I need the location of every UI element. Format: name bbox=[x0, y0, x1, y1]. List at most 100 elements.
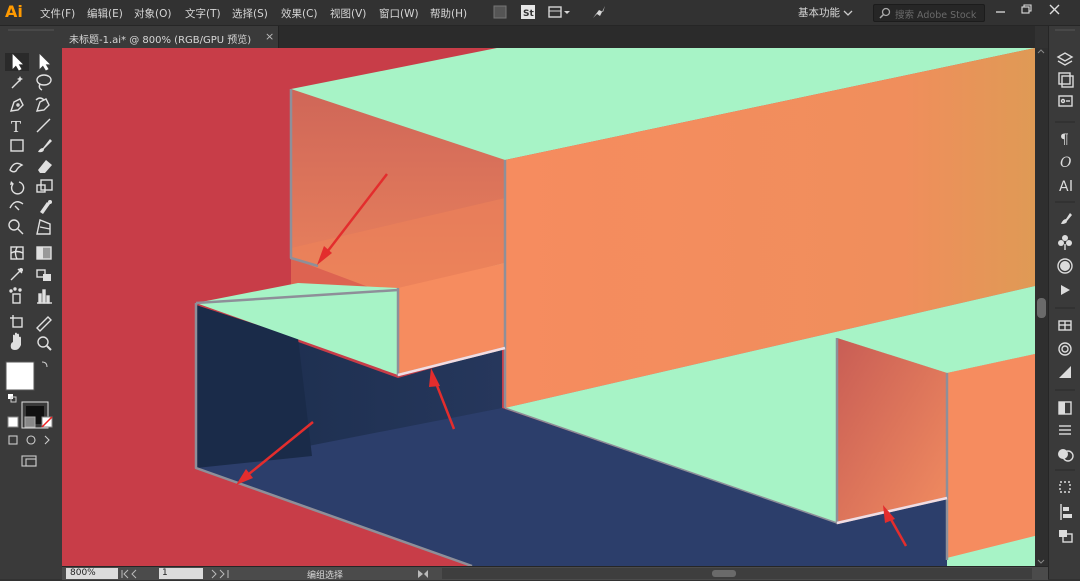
puppet-warp-icon[interactable] bbox=[40, 200, 52, 214]
align-icon[interactable] bbox=[1058, 449, 1074, 462]
libraries-icon[interactable] bbox=[1058, 72, 1074, 88]
minimize-icon[interactable] bbox=[994, 3, 1008, 17]
stroke-icon[interactable] bbox=[1058, 342, 1072, 356]
symbols-icon[interactable] bbox=[1058, 235, 1072, 250]
eyedropper-icon[interactable] bbox=[10, 268, 23, 281]
menu-object[interactable]: 对象(O) bbox=[134, 6, 171, 21]
document-tab[interactable]: 未标题-1.ai* @ 800% (RGB/GPU 预览) × bbox=[62, 26, 279, 48]
swatches-icon[interactable] bbox=[1058, 320, 1072, 331]
pen-icon[interactable] bbox=[9, 98, 24, 112]
menu-edit[interactable]: 编辑(E) bbox=[87, 6, 123, 21]
svg-text:O: O bbox=[1060, 155, 1072, 171]
gradient-icon[interactable] bbox=[36, 246, 52, 260]
curvature-icon[interactable] bbox=[35, 97, 50, 112]
arrange-documents-icon[interactable] bbox=[548, 4, 570, 20]
app-logo: Ai bbox=[5, 2, 23, 21]
eraser-icon[interactable] bbox=[38, 160, 52, 173]
rotate-icon[interactable] bbox=[10, 181, 25, 195]
svg-text:T: T bbox=[11, 118, 21, 136]
width-icon[interactable] bbox=[9, 201, 24, 211]
perspective-grid-icon[interactable] bbox=[36, 219, 51, 235]
next-last-artboard-icon[interactable] bbox=[208, 569, 244, 579]
zoom-value: 800% bbox=[70, 568, 96, 578]
search-stock-input[interactable]: 搜索 Adobe Stock bbox=[873, 4, 985, 22]
tools-panel: T bbox=[0, 26, 63, 579]
stock-icon[interactable]: St bbox=[520, 4, 536, 20]
first-prev-artboard-icon[interactable] bbox=[120, 569, 156, 579]
horizontal-scroll-thumb[interactable] bbox=[712, 570, 736, 577]
tools-grid: T bbox=[5, 29, 54, 467]
artboard-canvas[interactable] bbox=[62, 48, 1035, 566]
artwork[interactable] bbox=[62, 48, 1035, 566]
vertical-scrollbar[interactable] bbox=[1035, 48, 1048, 566]
lasso-icon[interactable] bbox=[36, 74, 52, 91]
zoom-icon[interactable] bbox=[37, 336, 52, 351]
document-tab-bar: 未标题-1.ai* @ 800% (RGB/GPU 预览) × bbox=[62, 26, 1035, 48]
mesh-icon[interactable] bbox=[10, 246, 24, 260]
magic-wand-icon[interactable] bbox=[11, 76, 23, 89]
menu-select[interactable]: 选择(S) bbox=[232, 6, 268, 21]
search-placeholder: 搜索 Adobe Stock bbox=[895, 10, 977, 21]
menu-help[interactable]: 帮助(H) bbox=[430, 6, 467, 21]
type-icon[interactable]: T bbox=[11, 118, 21, 136]
brushes-icon[interactable] bbox=[1061, 213, 1072, 224]
close-tab-icon[interactable]: × bbox=[265, 30, 274, 43]
menu-file[interactable]: 文件(F) bbox=[40, 6, 75, 21]
menu-effect[interactable]: 效果(C) bbox=[281, 6, 318, 21]
menu-window[interactable]: 窗口(W) bbox=[379, 6, 419, 21]
svg-text:St: St bbox=[523, 9, 534, 19]
column-graph-icon[interactable] bbox=[37, 289, 52, 304]
color-modes[interactable] bbox=[7, 416, 53, 428]
menu-bar: Ai 文件(F) 编辑(E) 对象(O) 文字(T) 选择(S) 效果(C) 视… bbox=[0, 0, 1080, 26]
slice-icon[interactable] bbox=[36, 316, 52, 332]
paragraph-icon[interactable]: ¶ bbox=[1060, 132, 1069, 148]
screen-mode-icon[interactable] bbox=[21, 455, 37, 467]
pathfinder-icon[interactable] bbox=[1060, 504, 1072, 520]
line-icon[interactable] bbox=[36, 118, 51, 133]
hand-icon[interactable] bbox=[10, 332, 21, 350]
graphic-styles-icon[interactable] bbox=[1057, 258, 1073, 274]
opentype-icon[interactable]: O bbox=[1060, 155, 1072, 171]
transparency-icon[interactable] bbox=[1058, 401, 1072, 415]
actions-icon[interactable] bbox=[1061, 285, 1070, 295]
scrollbar-graphic bbox=[1037, 49, 1046, 564]
layers-icon[interactable] bbox=[1056, 52, 1074, 66]
zoom-field[interactable]: 800% bbox=[66, 568, 118, 579]
workspace-label: 基本功能 bbox=[798, 7, 840, 19]
direct-selection-icon[interactable] bbox=[39, 54, 50, 71]
blend-icon[interactable] bbox=[36, 269, 51, 281]
menu-view[interactable]: 视图(V) bbox=[330, 6, 366, 21]
artboard-icon[interactable] bbox=[10, 315, 23, 328]
close-window-icon[interactable] bbox=[1048, 3, 1062, 17]
rectangle-icon[interactable] bbox=[10, 139, 24, 152]
right-block-front-face[interactable] bbox=[947, 354, 1035, 558]
horizontal-scrollbar[interactable] bbox=[442, 568, 1032, 579]
menu-type[interactable]: 文字(T) bbox=[185, 6, 221, 21]
vertical-scroll-thumb[interactable] bbox=[1037, 298, 1046, 318]
panel-icons: ¶ O A bbox=[1055, 29, 1075, 543]
status-bar: 800% 1 编组选择 bbox=[62, 566, 1048, 581]
status-text: 编组选择 bbox=[307, 571, 344, 581]
drawing-modes[interactable] bbox=[8, 435, 50, 445]
svg-text:¶: ¶ bbox=[1060, 132, 1069, 148]
document-tab-title: 未标题-1.ai* @ 800% (RGB/GPU 预览) bbox=[69, 35, 252, 46]
character-icon[interactable]: A bbox=[1059, 179, 1072, 195]
workspace-switcher[interactable]: 基本功能 bbox=[798, 5, 853, 20]
bridge-icon[interactable] bbox=[492, 4, 508, 20]
artboards-icon[interactable] bbox=[1059, 530, 1073, 543]
restore-icon[interactable] bbox=[1020, 3, 1034, 17]
symbol-sprayer-icon[interactable] bbox=[9, 287, 22, 304]
paintbrush-icon[interactable] bbox=[38, 139, 52, 153]
scale-icon[interactable] bbox=[36, 179, 53, 193]
status-menu-icon[interactable] bbox=[414, 569, 434, 579]
shape-builder-icon[interactable] bbox=[8, 219, 24, 235]
svg-text:A: A bbox=[1059, 179, 1069, 195]
transform-icon[interactable] bbox=[1059, 481, 1071, 493]
gpu-performance-icon[interactable] bbox=[591, 4, 607, 20]
shaper-icon[interactable] bbox=[9, 162, 24, 173]
gradient-panel-icon[interactable] bbox=[1059, 366, 1071, 378]
properties-icon[interactable] bbox=[1058, 95, 1073, 107]
artboard-number-field[interactable]: 1 bbox=[159, 568, 203, 579]
search-icon bbox=[879, 7, 891, 19]
appearance-icon[interactable] bbox=[1059, 425, 1071, 435]
